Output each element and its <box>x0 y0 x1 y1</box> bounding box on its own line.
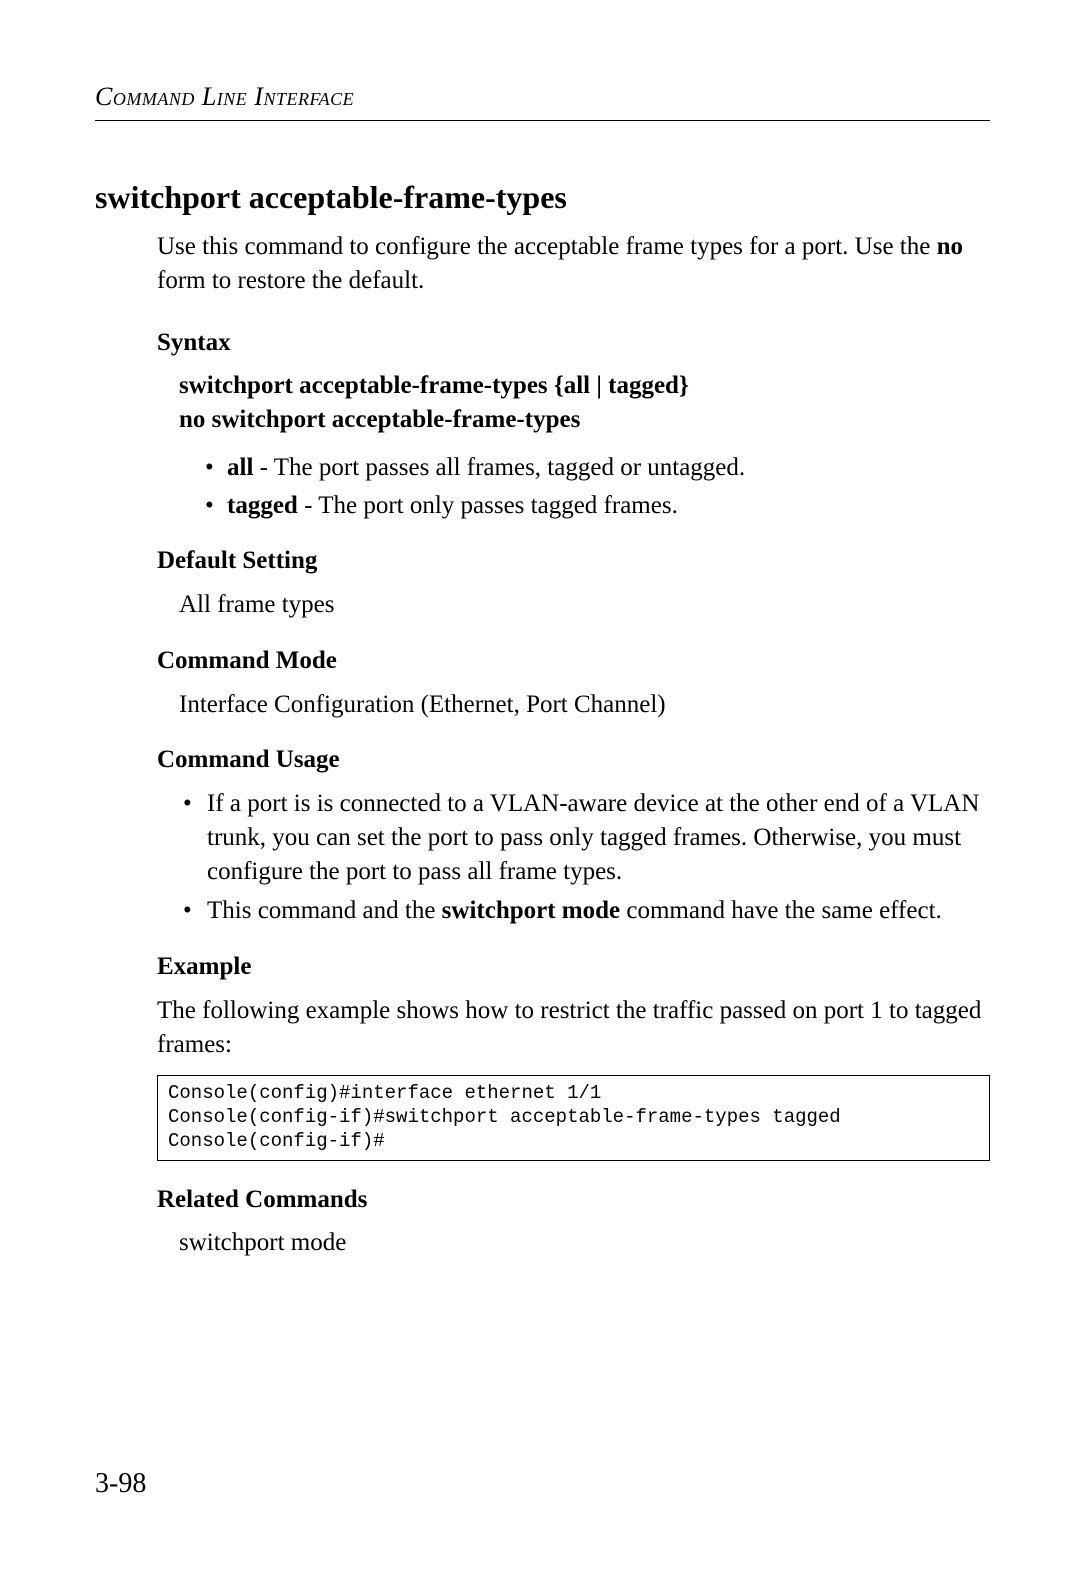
command-usage-list: If a port is is connected to a VLAN-awar… <box>157 787 990 928</box>
syntax-label: Syntax <box>157 326 990 360</box>
option-term: all <box>227 454 253 481</box>
command-usage-label: Command Usage <box>157 743 990 777</box>
option-desc: - The port only passes tagged frames. <box>298 492 678 519</box>
syntax-options: all - The port passes all frames, tagged… <box>179 451 990 523</box>
intro-paragraph: Use this command to configure the accept… <box>157 230 990 298</box>
command-title: switchport acceptable-frame-types <box>95 179 990 216</box>
syntax-option: tagged - The port only passes tagged fra… <box>227 489 990 523</box>
default-setting-label: Default Setting <box>157 544 990 578</box>
usage-post: command have the same effect. <box>620 897 942 924</box>
body: Use this command to configure the accept… <box>157 230 990 1260</box>
usage-pre: This command and the <box>207 897 442 924</box>
syntax-lines: switchport acceptable-frame-types {all |… <box>179 369 990 437</box>
intro-pre: Use this command to configure the accept… <box>157 233 937 260</box>
example-code: Console(config)#interface ethernet 1/1 C… <box>157 1075 990 1160</box>
intro-post: form to restore the default. <box>157 267 424 294</box>
usage-item: If a port is is connected to a VLAN-awar… <box>183 787 990 888</box>
syntax-line-1: switchport acceptable-frame-types {all |… <box>179 369 990 403</box>
related-commands-text: switchport mode <box>179 1226 990 1260</box>
command-mode-label: Command Mode <box>157 644 990 678</box>
header-rule <box>95 120 990 121</box>
default-setting-text: All frame types <box>179 588 990 622</box>
intro-bold: no <box>937 233 963 260</box>
option-desc: - The port passes all frames, tagged or … <box>253 454 745 481</box>
syntax-line-2: no switchport acceptable-frame-types <box>179 403 990 437</box>
option-term: tagged <box>227 492 298 519</box>
example-label: Example <box>157 950 990 984</box>
usage-bold: switchport mode <box>442 897 620 924</box>
example-intro: The following example shows how to restr… <box>157 994 990 1062</box>
syntax-block: switchport acceptable-frame-types {all |… <box>179 369 990 522</box>
command-mode-text: Interface Configuration (Ethernet, Port … <box>179 688 990 722</box>
related-commands-label: Related Commands <box>157 1183 990 1217</box>
usage-item: This command and the switchport mode com… <box>183 894 990 928</box>
page-number: 3-98 <box>95 1468 146 1500</box>
syntax-option: all - The port passes all frames, tagged… <box>227 451 990 485</box>
page: Command Line Interface switchport accept… <box>0 0 1080 1570</box>
running-head: Command Line Interface <box>95 82 990 112</box>
